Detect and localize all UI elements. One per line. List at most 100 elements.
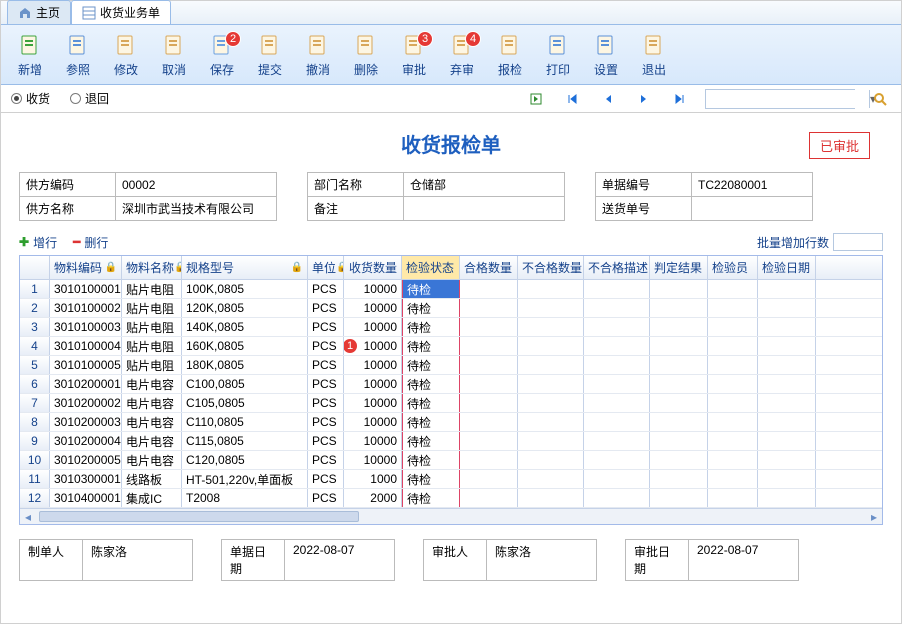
scroll-left-icon[interactable]: ◂ [20, 510, 36, 524]
column-header[interactable]: 合格数量 [460, 256, 518, 279]
cell: 3010100004 [50, 337, 122, 355]
cell [708, 413, 758, 431]
cell [460, 356, 518, 374]
table-row[interactable]: 123010400001集成ICT2008PCS2000待检 [20, 489, 882, 508]
print-button[interactable]: 打印 [535, 29, 581, 81]
cancel-icon [160, 31, 188, 59]
column-header[interactable]: 单位🔒 [308, 256, 344, 279]
tab-home[interactable]: 主页 [7, 0, 71, 24]
add-row-button[interactable]: ✚增行 [19, 234, 57, 251]
nav-last-icon[interactable] [669, 88, 691, 110]
ref-button[interactable]: 参照 [55, 29, 101, 81]
column-header[interactable]: 检验员 [708, 256, 758, 279]
table-row[interactable]: 43010100004贴片电阻160K,0805PCS100001待检 [20, 337, 882, 356]
nav-next-icon[interactable] [633, 88, 655, 110]
cell: 10000 [344, 299, 402, 317]
column-header[interactable]: 判定结果 [650, 256, 708, 279]
cell: 电片电容 [122, 432, 182, 450]
column-header[interactable]: 物料编码🔒 [50, 256, 122, 279]
cell [584, 489, 650, 507]
settings-button[interactable]: 设置 [583, 29, 629, 81]
cell: T2008 [182, 489, 308, 507]
sub-toolbar: 收货 退回 ▾ [1, 85, 901, 113]
cell [584, 451, 650, 469]
exit-button[interactable]: 退出 [631, 29, 677, 81]
del-row-button[interactable]: ━删行 [73, 234, 108, 251]
supplier-name-value: 深圳市武当技术有限公司 [116, 197, 276, 220]
refresh-icon[interactable] [525, 88, 547, 110]
cell: 3010200003 [50, 413, 122, 431]
column-header[interactable]: 检验日期 [758, 256, 816, 279]
cell [460, 413, 518, 431]
submit-icon [256, 31, 284, 59]
search-icon[interactable] [869, 88, 891, 110]
cell [650, 489, 708, 507]
table-row[interactable]: 73010200002电片电容C105,0805PCS10000待检 [20, 394, 882, 413]
abandon-button[interactable]: 弃审4 [439, 29, 485, 81]
table-row[interactable]: 113010300001线路板HT-501,220v,单面板PCS1000待检 [20, 470, 882, 489]
nav-first-icon[interactable] [561, 88, 583, 110]
table-row[interactable]: 23010100002贴片电阻120K,0805PCS10000待检 [20, 299, 882, 318]
column-header[interactable]: 不合格数量 [518, 256, 584, 279]
scrollbar-thumb[interactable] [39, 511, 359, 522]
approve-date-value: 2022-08-07 [689, 539, 799, 581]
column-header[interactable]: 规格型号🔒 [182, 256, 308, 279]
batch-input[interactable] [833, 233, 883, 251]
approver-label: 审批人 [423, 539, 487, 581]
cell: 贴片电阻 [122, 337, 182, 355]
delete-button[interactable]: 删除 [343, 29, 389, 81]
revoke-icon [304, 31, 332, 59]
supplier-code-value: 00002 [116, 173, 276, 196]
table-row[interactable]: 53010100005贴片电阻180K,0805PCS10000待检 [20, 356, 882, 375]
lock-icon: 🔒 [336, 262, 344, 273]
revoke-button[interactable]: 撤消 [295, 29, 341, 81]
cell: 10000 [344, 451, 402, 469]
tab-label: 收货业务单 [100, 4, 160, 21]
toolbar-label: 撤消 [306, 61, 330, 78]
save-button[interactable]: 保存2 [199, 29, 245, 81]
cell: PCS [308, 375, 344, 393]
cell [758, 280, 816, 298]
cell: PCS [308, 413, 344, 431]
nav-prev-icon[interactable] [597, 88, 619, 110]
edit-button[interactable]: 修改 [103, 29, 149, 81]
toolbar-label: 取消 [162, 61, 186, 78]
home-icon [18, 6, 32, 20]
cell: 2 [20, 299, 50, 317]
table-row[interactable]: 83010200003电片电容C110,0805PCS10000待检 [20, 413, 882, 432]
radio-return[interactable]: 退回 [70, 90, 109, 107]
inspect-button[interactable]: 报检 [487, 29, 533, 81]
radio-receive[interactable]: 收货 [11, 90, 50, 107]
horizontal-scrollbar[interactable]: ◂ ▸ [20, 508, 882, 524]
search-input[interactable]: ▾ [705, 89, 855, 109]
toolbar-label: 参照 [66, 61, 90, 78]
cancel-button[interactable]: 取消 [151, 29, 197, 81]
badge: 4 [465, 31, 481, 47]
cell: 电片电容 [122, 413, 182, 431]
supplier-name-label: 供方名称 [20, 197, 116, 220]
table-row[interactable]: 93010200004电片电容C115,0805PCS10000待检 [20, 432, 882, 451]
approve-button[interactable]: 审批3 [391, 29, 437, 81]
table-row[interactable]: 103010200005电片电容C120,0805PCS10000待检 [20, 451, 882, 470]
cell: 电片电容 [122, 394, 182, 412]
toolbar-label: 打印 [546, 61, 570, 78]
table-row[interactable]: 63010200001电片电容C100,0805PCS10000待检 [20, 375, 882, 394]
cell [460, 299, 518, 317]
cell: PCS [308, 432, 344, 450]
tab-receiving[interactable]: 收货业务单 [71, 0, 171, 24]
column-header[interactable]: 不合格描述 [584, 256, 650, 279]
cell [758, 375, 816, 393]
cell: 3010200002 [50, 394, 122, 412]
table-row[interactable]: 13010100001贴片电阻100K,0805PCS10000待检 [20, 280, 882, 299]
column-header[interactable]: 物料名称🔒 [122, 256, 182, 279]
column-header[interactable]: 检验状态 [402, 256, 460, 279]
column-header[interactable] [20, 256, 50, 279]
cell [518, 299, 584, 317]
submit-button[interactable]: 提交 [247, 29, 293, 81]
cell: 5 [20, 356, 50, 374]
cell: 11 [20, 470, 50, 488]
new-button[interactable]: 新增 [7, 29, 53, 81]
column-header[interactable]: 收货数量 [344, 256, 402, 279]
scroll-right-icon[interactable]: ▸ [866, 510, 882, 524]
table-row[interactable]: 33010100003贴片电阻140K,0805PCS10000待检 [20, 318, 882, 337]
